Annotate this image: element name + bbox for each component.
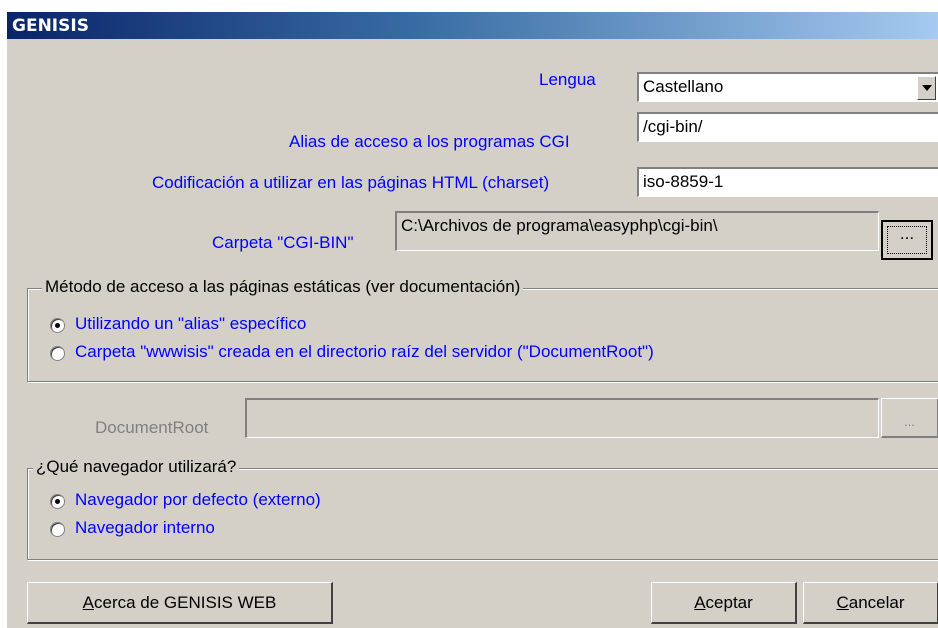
- lengua-select[interactable]: Castellano: [637, 72, 938, 102]
- accept-label: ceptar: [705, 593, 753, 612]
- cgibin-path-value: C:\Archivos de programa\easyphp\cgi-bin\: [401, 216, 718, 235]
- metodo-group: [27, 288, 938, 382]
- genisis-window: GENISIS Lengua Castellano Alias de acces…: [6, 12, 938, 628]
- docroot-browse-button[interactable]: ...: [881, 398, 938, 438]
- radio-alias-especifico-label[interactable]: Utilizando un "alias" específico: [75, 314, 306, 334]
- docroot-field[interactable]: [245, 398, 879, 438]
- alias-label: Alias de acceso a los programas CGI: [289, 132, 570, 151]
- window-title: GENISIS: [12, 16, 89, 36]
- charset-input[interactable]: iso-8859-1: [637, 167, 938, 197]
- cancel-button[interactable]: Cancelar: [803, 582, 938, 624]
- navegador-group: [27, 468, 938, 560]
- about-button[interactable]: Acerca de GENISIS WEB: [27, 582, 333, 624]
- radio-navegador-defecto[interactable]: [50, 494, 65, 509]
- cancel-label: ancelar: [848, 593, 905, 612]
- alias-input-value: /cgi-bin/: [643, 117, 703, 136]
- lengua-label: Lengua: [539, 70, 596, 89]
- title-bar[interactable]: GENISIS: [7, 12, 938, 39]
- about-label: cerca de GENISIS WEB: [94, 593, 277, 612]
- chevron-down-icon[interactable]: [917, 76, 936, 100]
- charset-label: Codificación a utilizar en las páginas H…: [152, 173, 550, 192]
- radio-carpeta-wwwisis-label[interactable]: Carpeta "wwwisis" creada en el directori…: [75, 342, 654, 362]
- docroot-browse-label: ...: [904, 414, 915, 429]
- cgibin-path-field[interactable]: C:\Archivos de programa\easyphp\cgi-bin\: [395, 211, 879, 251]
- cgibin-browse-label: ...: [899, 224, 915, 243]
- metodo-group-legend: Método de acceso a las páginas estáticas…: [42, 277, 524, 297]
- radio-alias-especifico[interactable]: [50, 318, 65, 333]
- radio-navegador-defecto-label[interactable]: Navegador por defecto (externo): [75, 490, 321, 510]
- cancel-mnemonic: C: [836, 593, 849, 612]
- cgibin-label: Carpeta "CGI-BIN": [212, 233, 354, 252]
- docroot-label: DocumentRoot: [95, 418, 209, 437]
- accept-mnemonic: A: [694, 593, 706, 612]
- radio-navegador-interno-label[interactable]: Navegador interno: [75, 518, 215, 538]
- lengua-select-value: Castellano: [643, 77, 724, 96]
- charset-input-value: iso-8859-1: [643, 172, 724, 191]
- accept-button[interactable]: Aceptar: [651, 582, 797, 624]
- navegador-group-legend: ¿Qué navegador utilizará?: [33, 457, 240, 477]
- radio-navegador-interno[interactable]: [50, 522, 65, 537]
- about-mnemonic: A: [82, 593, 94, 612]
- alias-input[interactable]: /cgi-bin/: [637, 112, 938, 142]
- cgibin-browse-button[interactable]: ...: [881, 220, 933, 260]
- radio-carpeta-wwwisis[interactable]: [50, 346, 65, 361]
